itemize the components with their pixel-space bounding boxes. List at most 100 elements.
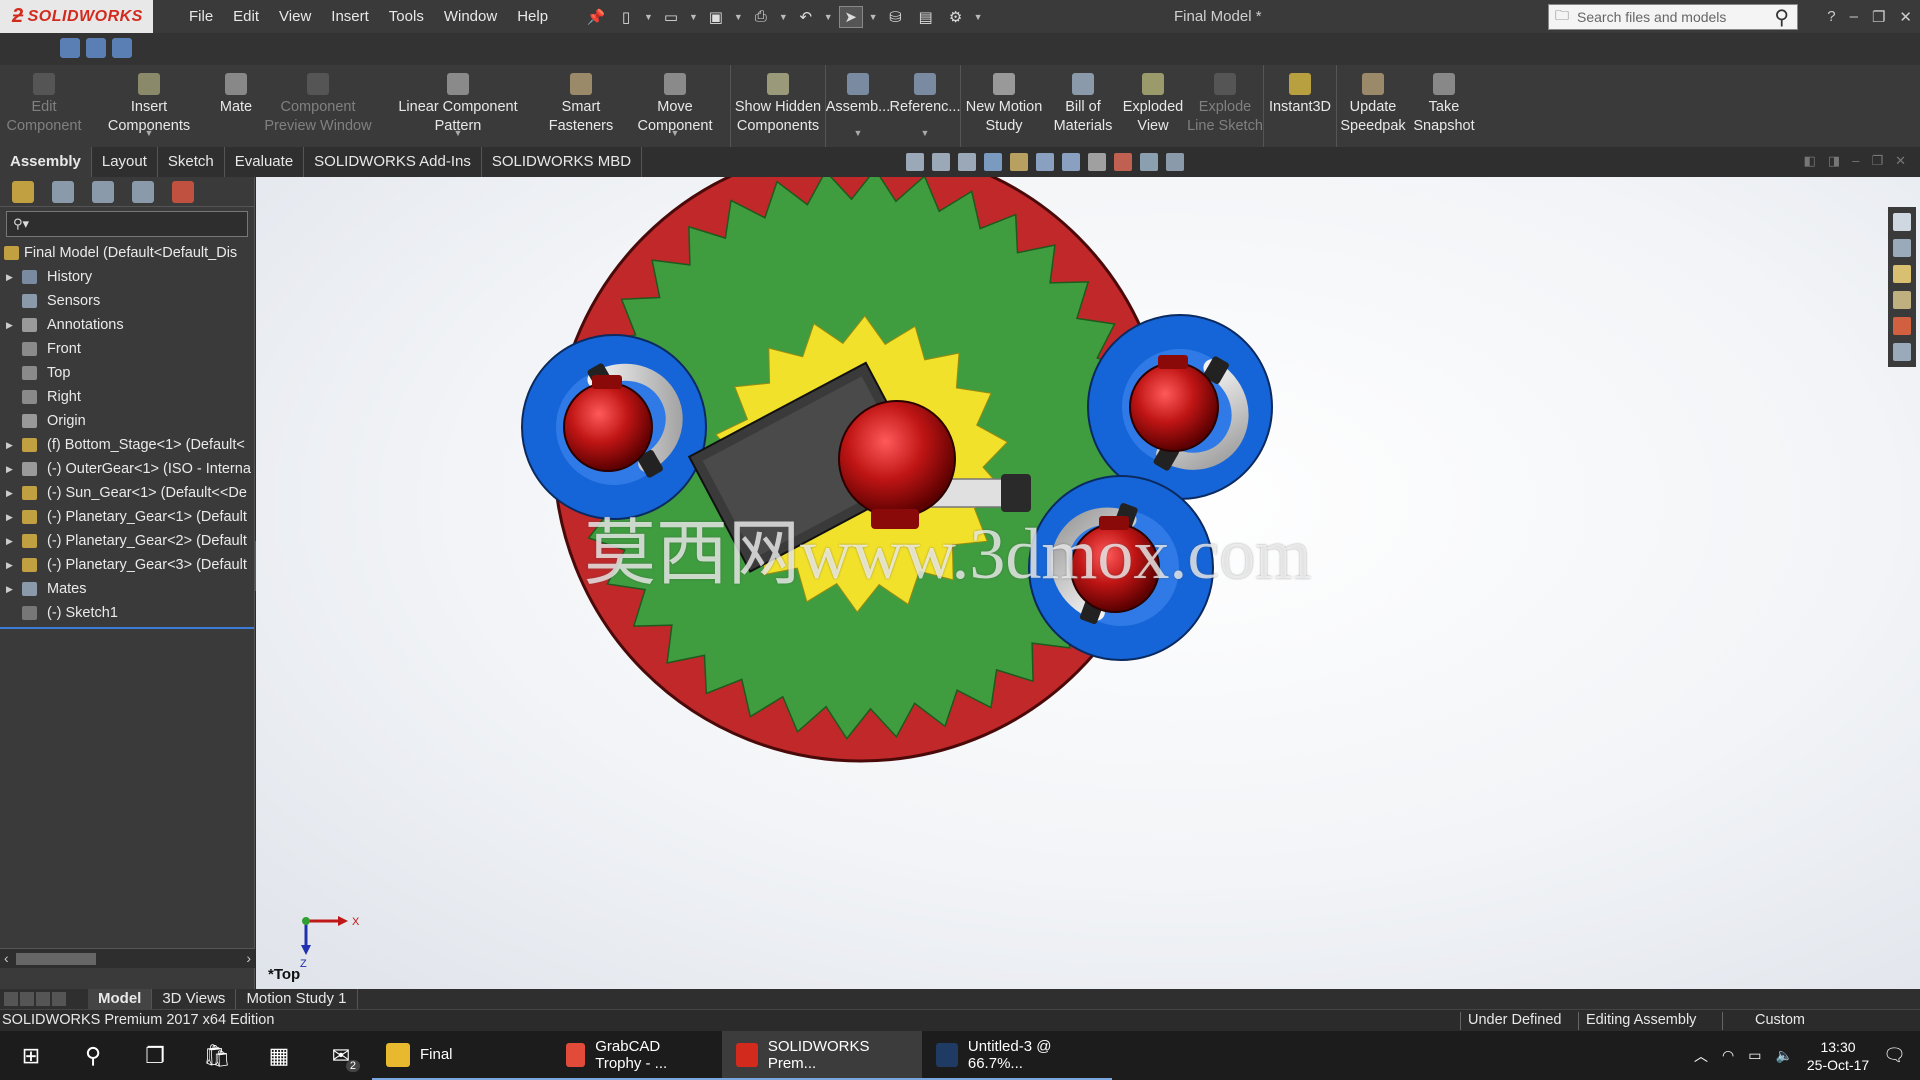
chevron-down-icon[interactable]: ▼ xyxy=(974,12,983,22)
expand-arrow-icon[interactable]: ▶ xyxy=(6,481,16,505)
clock[interactable]: 13:30 25-Oct-17 xyxy=(1807,1038,1869,1074)
section-view-icon[interactable] xyxy=(984,153,1002,171)
update-speedpak-button[interactable]: Update Speedpak xyxy=(1337,65,1409,147)
notifications-icon[interactable]: 🗨 xyxy=(1883,1045,1906,1066)
graphics-area[interactable]: X Z 莫西网www.3dmox.com *Top xyxy=(256,177,1920,989)
expand-arrow-icon[interactable]: ▶ xyxy=(6,457,16,481)
smart-fasteners-button[interactable]: Smart Fasteners xyxy=(542,65,620,147)
battery-icon[interactable]: ▭ xyxy=(1748,1047,1761,1064)
configuration-manager-tab-icon[interactable] xyxy=(92,180,114,203)
scroll-thumb[interactable] xyxy=(16,953,96,965)
tree-item[interactable]: ▶ (-) Sun_Gear<1> (Default<<De xyxy=(0,481,254,505)
instant3d-button[interactable]: Instant3D xyxy=(1264,65,1336,147)
taskbar-app[interactable]: GrabCAD Trophy - ... xyxy=(552,1031,722,1080)
exploded-view-button[interactable]: Exploded View xyxy=(1119,65,1187,147)
options-gear-icon[interactable]: ⚙ xyxy=(944,6,968,28)
expand-arrow-icon[interactable]: ▶ xyxy=(6,265,16,289)
taskbar-app[interactable]: Final xyxy=(372,1031,552,1080)
previous-view-icon[interactable] xyxy=(958,153,976,171)
tree-item[interactable]: Top xyxy=(0,361,254,385)
tree-item[interactable]: ▶ Mates xyxy=(0,577,254,601)
new-document-icon[interactable]: ▯ xyxy=(614,6,638,28)
expand-arrow-icon[interactable]: ▶ xyxy=(6,313,16,337)
tab-assembly[interactable]: Assembly xyxy=(0,147,92,177)
menu-window[interactable]: Window xyxy=(434,0,507,33)
expand-arrow-icon[interactable]: ▶ xyxy=(6,529,16,553)
chevron-down-icon[interactable]: ▼ xyxy=(854,124,863,143)
menu-file[interactable]: File xyxy=(179,0,223,33)
search-icon[interactable]: ⚲ xyxy=(62,1031,124,1080)
view-settings-icon[interactable] xyxy=(1166,153,1184,171)
last-tab-icon[interactable] xyxy=(52,992,66,1006)
tree-item[interactable]: ▶ Annotations xyxy=(0,313,254,337)
tree-item[interactable]: ▶ (f) Bottom_Stage<1> (Default< xyxy=(0,433,254,457)
doc-restore-icon[interactable]: ❐ xyxy=(1871,153,1883,169)
new-motion-study-button[interactable]: New Motion Study xyxy=(961,65,1047,147)
chevron-down-icon[interactable]: ▼ xyxy=(689,12,698,22)
solidworks-logo[interactable]: ƻ SOLIDWORKS xyxy=(0,0,153,33)
tree-filter[interactable]: ⚲▾ xyxy=(6,211,248,237)
split-view-icon[interactable]: ◧ xyxy=(1804,153,1816,169)
doc-minimize-icon[interactable]: – xyxy=(1852,153,1859,169)
tree-item[interactable]: ▶ (-) OuterGear<1> (ISO - Interna xyxy=(0,457,254,481)
prev-tab-icon[interactable] xyxy=(20,992,34,1006)
expand-arrow-icon[interactable]: ▶ xyxy=(6,433,16,457)
take-snapshot-button[interactable]: Take Snapshot xyxy=(1409,65,1479,147)
tree-root[interactable]: Final Model (Default<Default_Dis xyxy=(0,241,254,265)
resources-icon[interactable] xyxy=(1893,239,1911,257)
menu-tools[interactable]: Tools xyxy=(379,0,434,33)
chevron-down-icon[interactable]: ▼ xyxy=(671,124,680,143)
feature-tree-tab-icon[interactable] xyxy=(12,180,34,203)
menu-help[interactable]: Help xyxy=(507,0,558,33)
tab-layout[interactable]: Layout xyxy=(92,147,158,177)
chevron-down-icon[interactable]: ▼ xyxy=(921,124,930,143)
first-tab-icon[interactable] xyxy=(4,992,18,1006)
file-explorer-icon[interactable] xyxy=(1893,291,1911,309)
tab-addins[interactable]: SOLIDWORKS Add-Ins xyxy=(304,147,482,177)
display-manager-tab-icon[interactable] xyxy=(172,180,194,203)
expand-arrow-icon[interactable]: ▶ xyxy=(6,577,16,601)
edit-component-button[interactable]: Edit Component xyxy=(0,65,88,147)
zoom-to-fit-icon[interactable] xyxy=(906,153,924,171)
chevron-down-icon[interactable]: ▼ xyxy=(454,124,463,143)
zoom-area-icon[interactable] xyxy=(932,153,950,171)
tree-item[interactable]: (-) Sketch1 xyxy=(0,601,254,625)
chevron-down-icon[interactable]: ▼ xyxy=(779,12,788,22)
print-icon[interactable]: ⎙ xyxy=(749,6,773,28)
volume-icon[interactable]: 🔈 xyxy=(1775,1047,1792,1064)
dynamic-annotation-icon[interactable] xyxy=(1010,153,1028,171)
tab-evaluate[interactable]: Evaluate xyxy=(225,147,305,177)
undo-icon[interactable]: ↶ xyxy=(794,6,818,28)
open-icon[interactable]: ▭ xyxy=(659,6,683,28)
toolbar-icon-2[interactable] xyxy=(86,38,106,58)
file-properties-icon[interactable]: ▤ xyxy=(914,6,938,28)
assembly-features-button[interactable]: Assemb... ▼ xyxy=(826,65,890,147)
view-orientation-icon[interactable] xyxy=(1036,153,1054,171)
restore-icon[interactable]: ❐ xyxy=(1872,8,1885,26)
split-view-2-icon[interactable]: ◨ xyxy=(1828,153,1840,169)
menu-view[interactable]: View xyxy=(269,0,321,33)
chevron-down-icon[interactable]: ▼ xyxy=(644,12,653,22)
save-icon[interactable]: ▣ xyxy=(704,6,728,28)
show-hidden-icons-icon[interactable]: ︿ xyxy=(1694,1046,1708,1066)
tree-item[interactable]: ▶ History xyxy=(0,265,254,289)
view-triad[interactable]: X Z xyxy=(300,916,360,970)
tree-item[interactable]: Front xyxy=(0,337,254,361)
expand-arrow-icon[interactable]: ▶ xyxy=(6,553,16,577)
next-tab-icon[interactable] xyxy=(36,992,50,1006)
linear-pattern-button[interactable]: Linear Component Pattern ▼ xyxy=(374,65,542,147)
taskbar-app[interactable]: Untitled-3 @ 66.7%... xyxy=(922,1031,1112,1080)
search-box[interactable]: 🗀 Search files and models ⚲ xyxy=(1548,4,1798,30)
dimxpert-tab-icon[interactable] xyxy=(132,180,154,203)
mate-button[interactable]: Mate xyxy=(210,65,262,147)
toolbar-icon-3[interactable] xyxy=(112,38,132,58)
property-manager-tab-icon[interactable] xyxy=(52,180,74,203)
tree-item[interactable]: Right xyxy=(0,385,254,409)
scene-icon[interactable] xyxy=(1140,153,1158,171)
task-view-icon[interactable]: ❐ xyxy=(124,1031,186,1080)
explode-line-sketch-button[interactable]: Explode Line Sketch xyxy=(1187,65,1263,147)
chevron-down-icon[interactable]: ▼ xyxy=(145,124,154,143)
taskbar-app[interactable]: SOLIDWORKS Prem... xyxy=(722,1031,922,1080)
mail-icon[interactable]: ✉ 2 xyxy=(310,1031,372,1080)
scroll-left-icon[interactable]: ‹ xyxy=(4,950,9,966)
